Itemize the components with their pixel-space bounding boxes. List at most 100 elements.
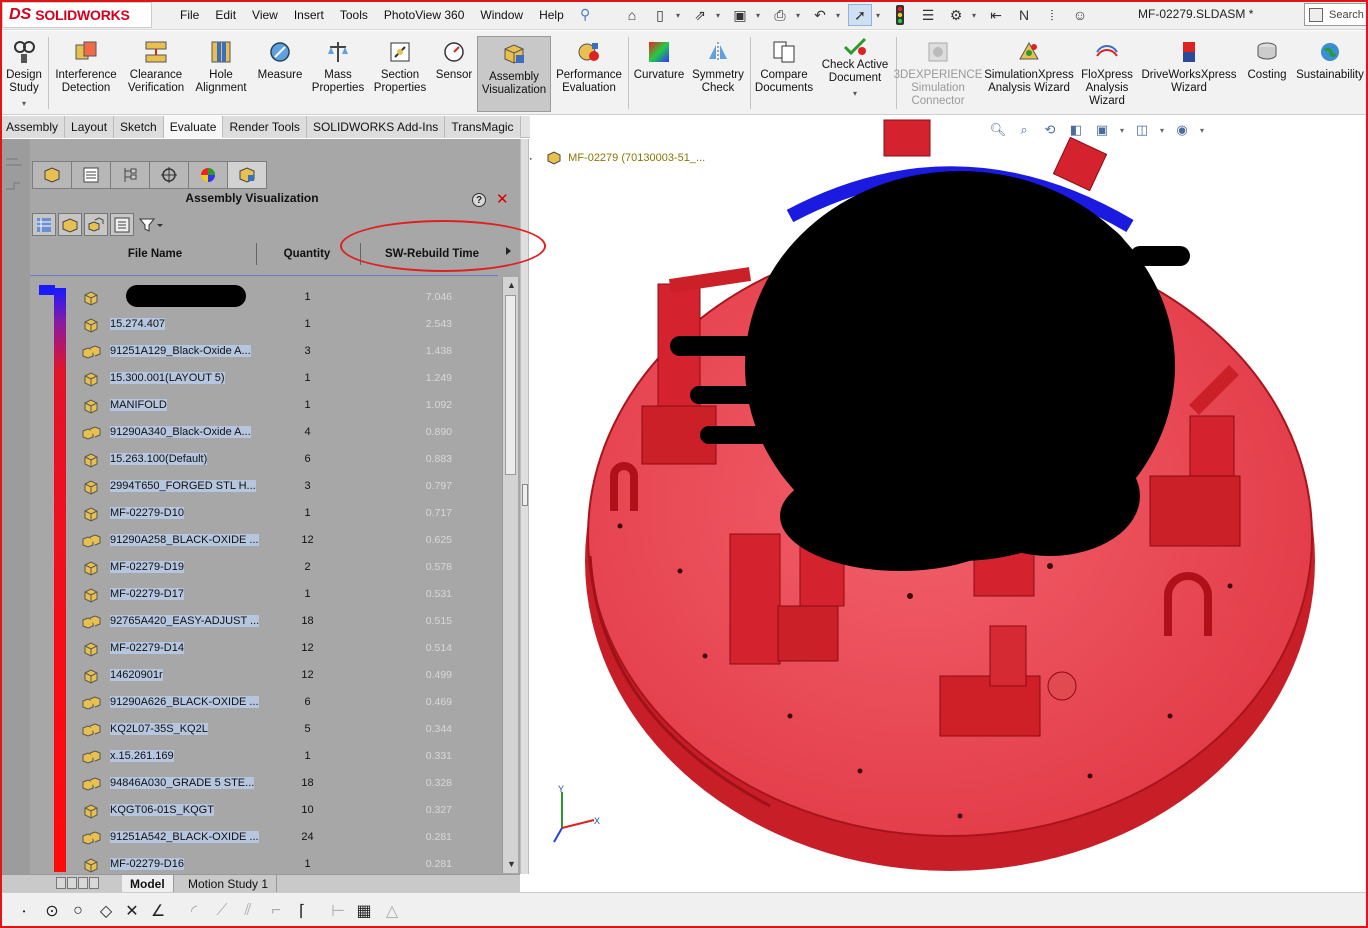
first-tab-arrow-icon[interactable] — [56, 877, 66, 889]
save-caret-icon[interactable]: ▾ — [756, 11, 764, 20]
splitter-grip[interactable] — [522, 484, 528, 506]
options-caret-icon[interactable]: ▾ — [972, 11, 980, 20]
display-style-caret-icon[interactable]: ▾ — [1158, 120, 1166, 140]
angle-icon[interactable]: ∠ — [146, 899, 170, 923]
symmetry-check-button[interactable]: Symmetry Check — [690, 35, 746, 111]
angular-dimension-icon[interactable]: △ — [380, 899, 404, 923]
clearance-verification-button[interactable]: Clearance Verification — [124, 35, 188, 111]
scroll-down-arrow-icon[interactable]: ▼ — [507, 859, 516, 869]
assembly-model-render[interactable] — [530, 116, 1368, 874]
circle-icon[interactable]: ⊙ — [40, 899, 64, 923]
circle-tangent-icon[interactable]: ○ — [66, 899, 90, 923]
tab-configuration-manager[interactable] — [110, 161, 150, 189]
grid-icon[interactable]: ▦ — [352, 899, 376, 923]
tab-transmagic[interactable]: TransMagic — [445, 116, 521, 138]
table-row[interactable]: MF-02279-D17 1 0.531 — [30, 582, 500, 609]
table-row[interactable]: MANIFOLD 1 1.092 — [30, 393, 500, 420]
corner-rectangle-icon[interactable]: ⌈ — [290, 899, 314, 923]
scrollbar-thumb[interactable] — [505, 295, 516, 475]
menu-insert[interactable]: Insert — [286, 8, 332, 22]
save-icon[interactable]: ▣ — [728, 4, 752, 26]
new-document-icon[interactable]: ▯ — [648, 4, 672, 26]
linear-dimension-icon[interactable]: ⊢ — [326, 899, 350, 923]
check-active-document-button[interactable]: Check Active Document ▾ — [818, 35, 892, 111]
open-caret-icon[interactable]: ▾ — [716, 11, 724, 20]
sensor-button[interactable]: Sensor — [432, 35, 476, 111]
menu-photoview[interactable]: PhotoView 360 — [376, 8, 473, 22]
offset-icon[interactable]: ⫽ — [236, 899, 260, 923]
file-properties-icon[interactable]: ☰ — [916, 4, 940, 26]
polygon-icon[interactable]: ◇ — [94, 899, 118, 923]
table-row[interactable]: KQGT06-01S_KQGT 10 0.327 — [30, 798, 500, 825]
column-divider[interactable] — [256, 243, 257, 265]
fillet-icon[interactable]: ◜ — [182, 899, 206, 923]
assembly-visualization-button[interactable]: Assembly Visualization — [477, 36, 551, 112]
table-row[interactable]: 1 7.046 — [30, 285, 500, 312]
trim-icon[interactable]: ✕ — [120, 899, 144, 923]
column-header-quantity[interactable]: Quantity — [270, 239, 344, 269]
check-active-document-caret-icon[interactable]: ▾ — [853, 87, 857, 100]
tab-solidworks-addins[interactable]: SOLIDWORKS Add-Ins — [306, 116, 446, 138]
hide-show-caret-icon[interactable]: ▾ — [1198, 120, 1206, 140]
previous-view-icon[interactable]: ⟲ — [1040, 120, 1060, 140]
section-view-icon[interactable]: ◧ — [1066, 120, 1086, 140]
menu-view[interactable]: View — [244, 8, 286, 22]
pin-menu-icon[interactable]: ⚲ — [580, 6, 590, 23]
close-icon[interactable]: ✕ — [496, 190, 509, 208]
home-icon[interactable]: ⌂ — [620, 4, 644, 26]
table-row[interactable]: 15.263.100(Default) 6 0.883 — [30, 447, 500, 474]
expand-arrow-icon[interactable]: ▶ — [530, 154, 532, 163]
column-header-file-name[interactable]: File Name — [80, 239, 230, 269]
select-caret-icon[interactable]: ▾ — [876, 11, 884, 20]
table-row[interactable]: 91290A340_Black-Oxide A... 4 0.890 — [30, 420, 500, 447]
table-row[interactable]: KQ2L07-35S_KQ2L 5 0.344 — [30, 717, 500, 744]
tab-feature-manager[interactable] — [32, 161, 72, 189]
last-tab-arrow-icon[interactable] — [89, 877, 99, 889]
tab-render-tools[interactable]: Render Tools — [223, 116, 307, 138]
table-row[interactable]: 15.300.001(LAYOUT 5) 1 1.249 — [30, 366, 500, 393]
column-settings-button[interactable] — [32, 213, 56, 236]
menu-window[interactable]: Window — [472, 8, 531, 22]
nested-view-button[interactable] — [84, 213, 108, 236]
open-document-icon[interactable]: ⇗ — [688, 4, 712, 26]
select-pointer-icon[interactable]: ➚ — [848, 4, 872, 26]
flat-list-button[interactable] — [58, 213, 82, 236]
table-row[interactable]: 15.274.407 1 2.543 — [30, 312, 500, 339]
curvature-button[interactable]: Curvature — [632, 35, 686, 111]
table-row[interactable]: MF-02279-D10 1 0.717 — [30, 501, 500, 528]
tab-sketch[interactable]: Sketch — [114, 116, 164, 138]
chamfer-icon[interactable]: ⟋ — [210, 899, 234, 923]
compare-documents-button[interactable]: Compare Documents — [752, 35, 816, 111]
hide-show-items-icon[interactable]: ◉ — [1172, 120, 1192, 140]
performance-evaluation-button[interactable]: Performance Evaluation — [554, 35, 624, 111]
menu-tools[interactable]: Tools — [332, 8, 376, 22]
display-style-icon[interactable]: ◫ — [1132, 120, 1152, 140]
table-row[interactable]: 94846A030_GRADE 5 STE... 18 0.328 — [30, 771, 500, 798]
table-row[interactable]: x.15.261.169 1 0.331 — [30, 744, 500, 771]
solidworks-logo[interactable]: DS SOLIDWORKS — [2, 2, 152, 28]
search-box[interactable]: Search — [1304, 3, 1368, 26]
table-row[interactable]: 2994T650_FORGED STL H... 3 0.797 — [30, 474, 500, 501]
user-icon[interactable]: ☺ — [1068, 4, 1092, 26]
point-icon[interactable]: • — [12, 899, 36, 923]
extend-icon[interactable]: ⌐ — [264, 899, 288, 923]
design-study-button[interactable]: Design Study ▾ — [2, 35, 46, 111]
save-list-button[interactable] — [110, 213, 134, 236]
graphics-viewport[interactable]: ▶ MF-02279 (70130003-51_... 🔍︎ ⌕ ⟲ ◧ ▣ ▾… — [530, 116, 1368, 874]
simulationxpress-button[interactable]: SimulationXpress Analysis Wizard — [982, 35, 1076, 111]
mass-properties-button[interactable]: Mass Properties — [310, 35, 366, 111]
print-icon[interactable]: ⎙ — [768, 4, 792, 26]
3dexperience-connector-button[interactable]: 3DEXPERIENCE Simulation Connector — [894, 35, 982, 111]
rebuild-traffic-light-icon[interactable] — [888, 4, 912, 26]
undo-icon[interactable]: ↶ — [808, 4, 832, 26]
help-icon[interactable]: ? — [472, 193, 486, 207]
tab-display-manager[interactable] — [188, 161, 228, 189]
dimension-icon[interactable]: ⇤ — [984, 4, 1008, 26]
interference-detection-button[interactable]: Interference Detection — [52, 35, 120, 111]
zoom-to-area-icon[interactable]: ⌕ — [1014, 120, 1034, 140]
options-gear-icon[interactable]: ⚙ — [944, 4, 968, 26]
undo-caret-icon[interactable]: ▾ — [836, 11, 844, 20]
print-caret-icon[interactable]: ▾ — [796, 11, 804, 20]
tab-model[interactable]: Model — [122, 875, 174, 892]
menu-file[interactable]: File — [172, 8, 207, 22]
